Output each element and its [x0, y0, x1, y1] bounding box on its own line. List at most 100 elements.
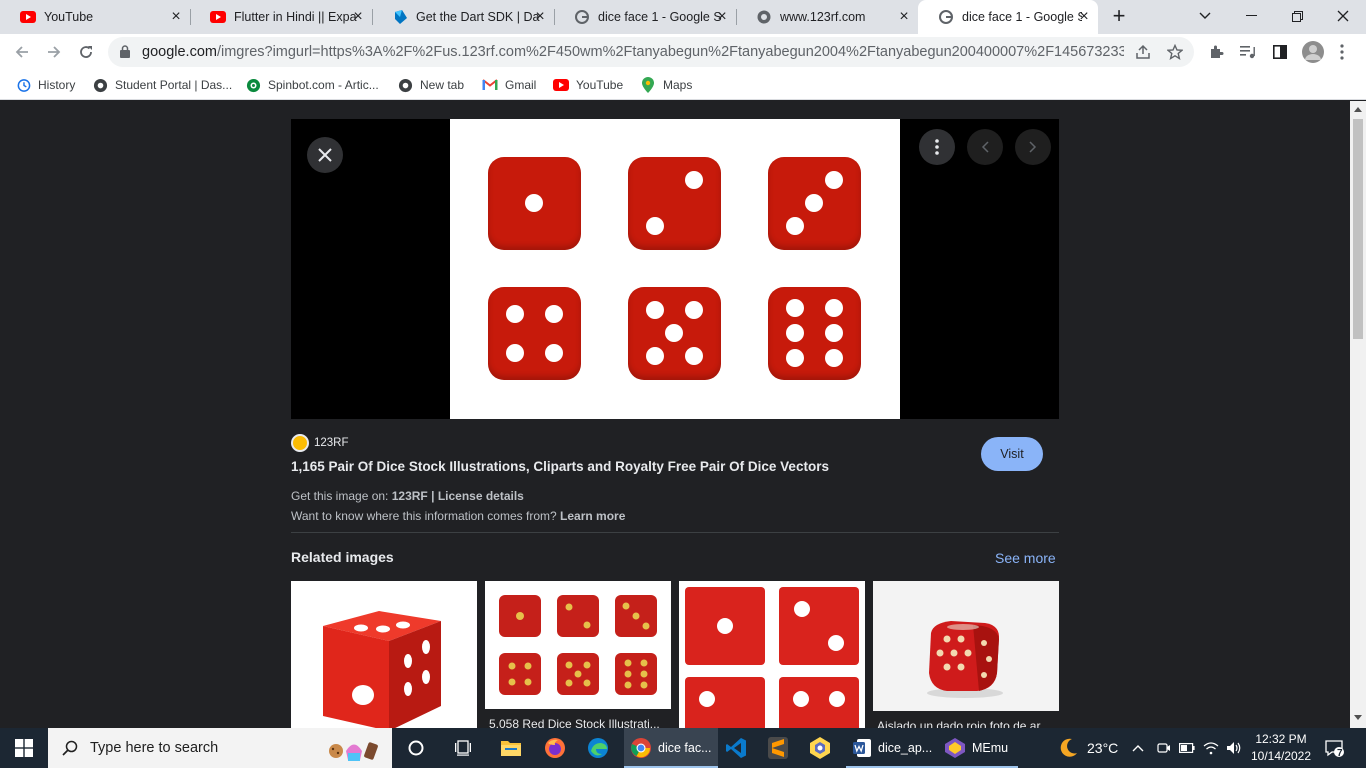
gmail-icon	[482, 77, 498, 93]
related-image-2-caption[interactable]: 5,058 Red Dice Stock Illustrati...	[489, 717, 665, 728]
license-details-link[interactable]: License details	[438, 489, 524, 503]
memu-icon	[944, 737, 966, 759]
arrow-right-icon	[48, 46, 61, 58]
app-icon-polygon[interactable]	[806, 734, 834, 762]
url-host: google.com	[142, 44, 217, 60]
new-tab-button[interactable]: +	[1108, 5, 1130, 28]
tab-123rf[interactable]: www.123rf.com ×	[736, 0, 918, 34]
see-more-link[interactable]: See more	[995, 550, 1056, 566]
taskbar-search-box[interactable]: Type here to search	[48, 728, 392, 768]
dice-face-6	[768, 287, 861, 380]
clock-time[interactable]: 12:32 PM	[1252, 732, 1310, 746]
close-icon[interactable]: ×	[532, 9, 548, 25]
related-image-3[interactable]	[679, 581, 865, 728]
related-image-4[interactable]	[873, 581, 1059, 711]
meet-now-icon[interactable]	[1154, 734, 1174, 762]
more-options-button[interactable]	[919, 129, 955, 165]
related-image-4-caption[interactable]: Aislado un dado rojo foto de ar...	[877, 719, 1053, 728]
bookmark-new-tab[interactable]: New tab	[397, 76, 464, 94]
close-icon[interactable]: ×	[168, 9, 184, 25]
bookmark-student-portal[interactable]: Student Portal | Das...	[92, 76, 232, 94]
dice-face-2	[628, 157, 721, 250]
dice-face-1	[488, 157, 581, 250]
tab-google-search-active[interactable]: dice face 1 - Google S ×	[918, 0, 1098, 34]
menu-kebab-icon[interactable]	[1332, 42, 1352, 62]
restore-button[interactable]	[1274, 0, 1320, 32]
scroll-up-arrow-icon[interactable]	[1354, 107, 1362, 112]
image-source[interactable]: 123RF	[291, 434, 349, 452]
google-icon	[574, 9, 590, 25]
visit-button[interactable]: Visit	[981, 437, 1043, 471]
tab-title: www.123rf.com	[780, 10, 866, 24]
address-bar[interactable]: google.com/imgres?imgurl=https%3A%2F%2Fu…	[108, 37, 1194, 67]
maps-icon	[640, 77, 656, 93]
side-panel-icon[interactable]	[1270, 42, 1290, 62]
minimize-button[interactable]	[1228, 0, 1274, 32]
clock-date[interactable]: 10/14/2022	[1250, 749, 1312, 763]
sublime-text-icon[interactable]	[764, 734, 792, 762]
extensions-icon[interactable]	[1206, 42, 1226, 62]
scrollbar-thumb[interactable]	[1353, 119, 1363, 339]
edge-icon[interactable]	[584, 734, 612, 762]
notification-center-icon[interactable]: 7	[1321, 734, 1347, 762]
close-window-button[interactable]	[1320, 0, 1366, 32]
taskbar-app-label: MEmu	[972, 741, 1009, 755]
tab-title: dice face 1 - Google S	[962, 10, 1082, 24]
bookmark-star-icon[interactable]	[1166, 43, 1184, 61]
youtube-icon	[210, 9, 226, 25]
learn-more-link[interactable]: Learn more	[560, 509, 625, 523]
taskbar-app-word[interactable]: dice_ap...	[846, 728, 938, 768]
tab-youtube[interactable]: YouTube ×	[0, 0, 190, 34]
lock-icon	[120, 45, 130, 63]
volume-icon[interactable]	[1224, 734, 1244, 762]
info-prefix: Want to know where this information come…	[291, 509, 557, 523]
close-icon[interactable]: ×	[714, 9, 730, 25]
file-explorer-icon[interactable]	[497, 734, 525, 762]
wifi-icon[interactable]	[1201, 734, 1221, 762]
tab-dart[interactable]: Get the Dart SDK | Dar ×	[372, 0, 554, 34]
profile-avatar[interactable]	[1301, 40, 1325, 64]
bookmark-history[interactable]: History	[15, 76, 75, 94]
image-title[interactable]: 1,165 Pair Of Dice Stock Illustrations, …	[291, 459, 829, 474]
close-icon[interactable]: ×	[350, 9, 366, 25]
tab-google-search-1[interactable]: dice face 1 - Google S ×	[554, 0, 736, 34]
close-viewer-button[interactable]	[307, 137, 343, 173]
scroll-down-arrow-icon[interactable]	[1354, 715, 1362, 720]
weather-moon-icon[interactable]	[1054, 734, 1082, 762]
weather-temperature[interactable]: 23°C	[1087, 740, 1118, 756]
taskbar-app-memu[interactable]: MEmu	[938, 728, 1018, 768]
get-image-source-link[interactable]: 123RF	[392, 489, 428, 503]
bookmark-spinbot[interactable]: Spinbot.com - Artic...	[245, 76, 379, 94]
page-scrollbar[interactable]	[1350, 101, 1366, 728]
bookmark-maps[interactable]: Maps	[640, 76, 692, 94]
bookmark-youtube[interactable]: YouTube	[553, 76, 623, 94]
bookmark-label: Maps	[663, 78, 693, 92]
tab-flutter[interactable]: Flutter in Hindi || Expa ×	[190, 0, 372, 34]
firefox-icon[interactable]	[541, 734, 569, 762]
close-icon[interactable]: ×	[896, 9, 912, 25]
windows-start-icon[interactable]	[10, 734, 38, 762]
reload-button[interactable]	[74, 40, 98, 64]
related-image-1[interactable]	[291, 581, 477, 728]
url-text: google.com/imgres?imgurl=https%3A%2F%2Fu…	[142, 44, 1124, 60]
close-icon[interactable]: ×	[1076, 9, 1092, 25]
bookmark-gmail[interactable]: Gmail	[482, 76, 536, 94]
main-image-dice-faces[interactable]	[450, 119, 900, 419]
chevron-up-icon[interactable]	[1128, 734, 1148, 762]
battery-icon[interactable]	[1177, 734, 1197, 762]
share-icon[interactable]	[1134, 43, 1152, 61]
taskbar-app-chrome[interactable]: dice fac...	[624, 728, 718, 768]
chrome-icon	[630, 737, 652, 759]
image-viewer	[291, 119, 1059, 419]
task-view-icon[interactable]	[449, 734, 477, 762]
media-control-icon[interactable]	[1238, 42, 1258, 62]
search-highlight-icon[interactable]	[326, 733, 378, 763]
tab-search-button[interactable]	[1182, 0, 1228, 32]
previous-image-button[interactable]	[967, 129, 1003, 165]
next-image-button[interactable]	[1015, 129, 1051, 165]
vscode-icon[interactable]	[722, 734, 750, 762]
related-image-2[interactable]	[485, 581, 671, 709]
back-button[interactable]	[10, 40, 34, 64]
forward-button[interactable]	[42, 40, 66, 64]
cortana-icon[interactable]	[402, 734, 430, 762]
